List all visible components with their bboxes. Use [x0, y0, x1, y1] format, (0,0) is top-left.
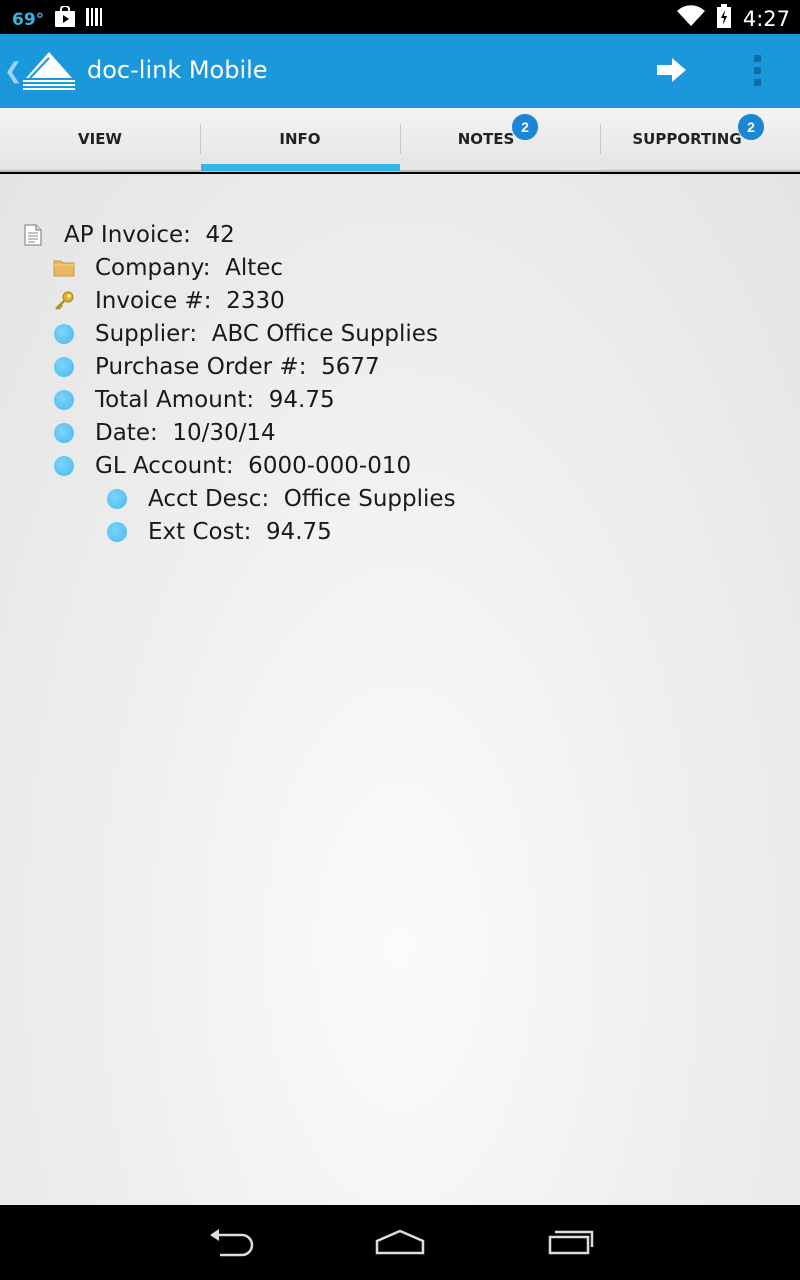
- app-title: doc-link Mobile: [87, 56, 268, 84]
- battery-icon: [716, 4, 731, 33]
- key-icon: [53, 290, 75, 312]
- navigation-bar: [0, 1205, 800, 1280]
- tab-label: INFO: [279, 130, 321, 148]
- tree-row-company[interactable]: Company: Altec: [53, 255, 283, 281]
- tree-row-ext-cost[interactable]: Ext Cost: 94.75: [106, 519, 332, 545]
- wifi-icon: [676, 5, 705, 32]
- tree-label: Purchase Order #: 5677: [95, 354, 380, 380]
- tree-row-total-amount[interactable]: Total Amount: 94.75: [53, 387, 335, 413]
- notes-count-badge: 2: [511, 113, 539, 141]
- tab-notes[interactable]: NOTES: [386, 108, 586, 170]
- tree-label: Acct Desc: Office Supplies: [148, 486, 456, 512]
- tree-label: Total Amount: 94.75: [95, 387, 335, 413]
- app-logo-icon[interactable]: [20, 50, 78, 90]
- tab-info[interactable]: INFO: [200, 108, 400, 170]
- selected-tab-indicator: [201, 164, 400, 171]
- info-panel: AP Invoice: 42 Company: Altec Invoice #:…: [0, 174, 800, 1205]
- play-store-icon: [54, 5, 76, 33]
- supporting-count-badge: 2: [737, 113, 765, 141]
- tree-label: AP Invoice: 42: [64, 222, 235, 248]
- tab-view[interactable]: VIEW: [0, 108, 200, 170]
- tree-row-gl-account[interactable]: GL Account: 6000-000-010: [53, 453, 411, 479]
- tree-row-purchase-order[interactable]: Purchase Order #: 5677: [53, 354, 380, 380]
- forward-arrow-icon[interactable]: [652, 52, 692, 88]
- tree-row-ap-invoice[interactable]: AP Invoice: 42: [22, 222, 235, 248]
- document-icon: [22, 224, 44, 246]
- back-icon[interactable]: [206, 1227, 254, 1262]
- bullet-icon: [53, 356, 75, 378]
- tree-label: Invoice #: 2330: [95, 288, 285, 314]
- tab-label: SUPPORTING: [632, 130, 742, 148]
- tree-label: Company: Altec: [95, 255, 284, 281]
- bullet-icon: [53, 422, 75, 444]
- tab-label: NOTES: [457, 130, 515, 148]
- tree-label: Ext Cost: 94.75: [148, 519, 332, 545]
- status-bar: 69° 4:27: [0, 0, 800, 34]
- tree-label: Date: 10/30/14: [95, 420, 276, 446]
- bullet-icon: [106, 521, 128, 543]
- clock: 4:27: [742, 6, 790, 31]
- tree-label: GL Account: 6000-000-010: [95, 453, 412, 479]
- home-icon[interactable]: [374, 1227, 426, 1262]
- folder-icon: [53, 257, 75, 279]
- tree-label: Supplier: ABC Office Supplies: [95, 321, 438, 347]
- barcode-icon: [86, 6, 104, 33]
- bullet-icon: [53, 455, 75, 477]
- bullet-icon: [106, 488, 128, 510]
- tab-bar: VIEW INFO NOTES SUPPORTING 2 2: [0, 108, 800, 172]
- overflow-menu-icon[interactable]: [744, 52, 770, 92]
- temperature-label: 69°: [12, 9, 45, 30]
- bullet-icon: [53, 323, 75, 345]
- recent-apps-icon[interactable]: [547, 1227, 595, 1262]
- tree-row-date[interactable]: Date: 10/30/14: [53, 420, 276, 446]
- action-bar: ❮ doc-link Mobile: [0, 34, 800, 108]
- tab-label: VIEW: [78, 130, 122, 148]
- tree-row-acct-desc[interactable]: Acct Desc: Office Supplies: [106, 486, 456, 512]
- tree-row-supplier[interactable]: Supplier: ABC Office Supplies: [53, 321, 438, 347]
- tree-row-invoice-number[interactable]: Invoice #: 2330: [53, 288, 285, 314]
- bullet-icon: [53, 389, 75, 411]
